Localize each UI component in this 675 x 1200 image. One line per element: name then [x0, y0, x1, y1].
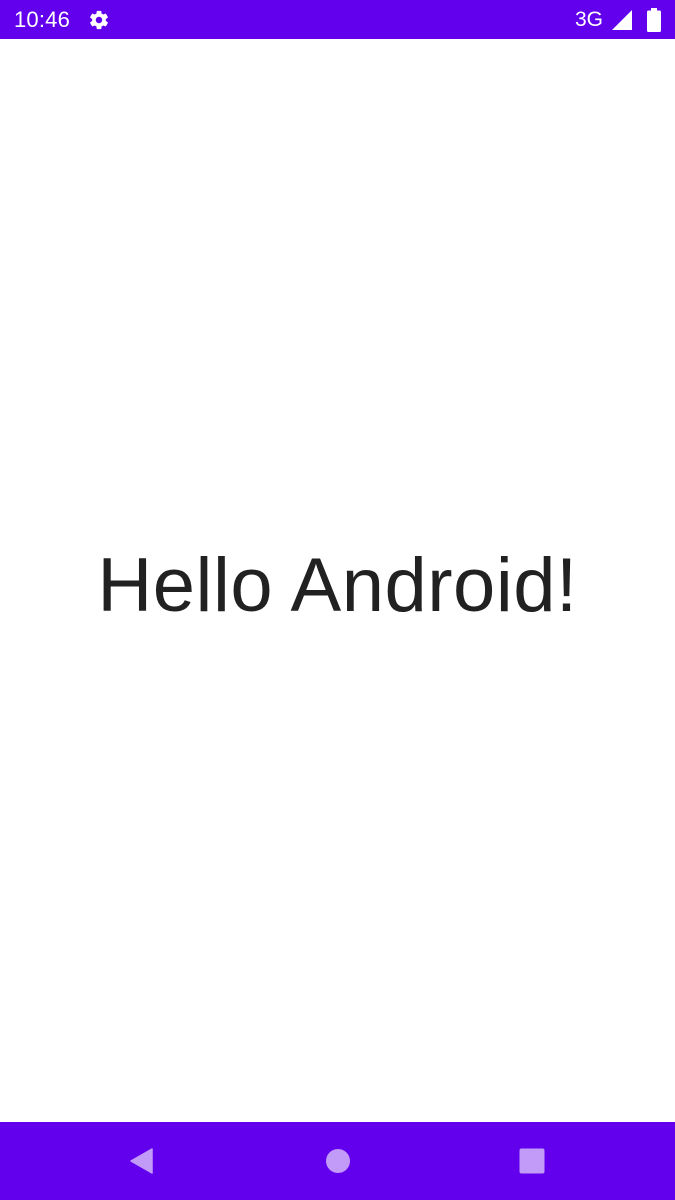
status-bar: 10:46 3G	[0, 0, 675, 39]
back-button[interactable]	[102, 1122, 182, 1200]
status-time: 10:46	[14, 6, 71, 32]
status-bar-left: 10:46	[14, 7, 110, 33]
greeting-text: Hello Android!	[97, 543, 578, 628]
main-content: Hello Android!	[0, 39, 675, 1122]
recents-button[interactable]	[492, 1122, 572, 1200]
network-type-label: 3G	[574, 7, 603, 31]
phone-screen: 10:46 3G Hello Android!	[0, 0, 675, 1200]
back-triangle-icon	[128, 1147, 156, 1175]
home-circle-icon	[325, 1148, 351, 1174]
gear-icon	[88, 9, 110, 31]
battery-icon	[647, 7, 661, 32]
signal-icon	[611, 9, 633, 31]
navigation-bar	[0, 1122, 675, 1200]
recents-square-icon	[519, 1148, 545, 1174]
status-bar-right: 3G	[574, 7, 661, 32]
home-button[interactable]	[298, 1122, 378, 1200]
